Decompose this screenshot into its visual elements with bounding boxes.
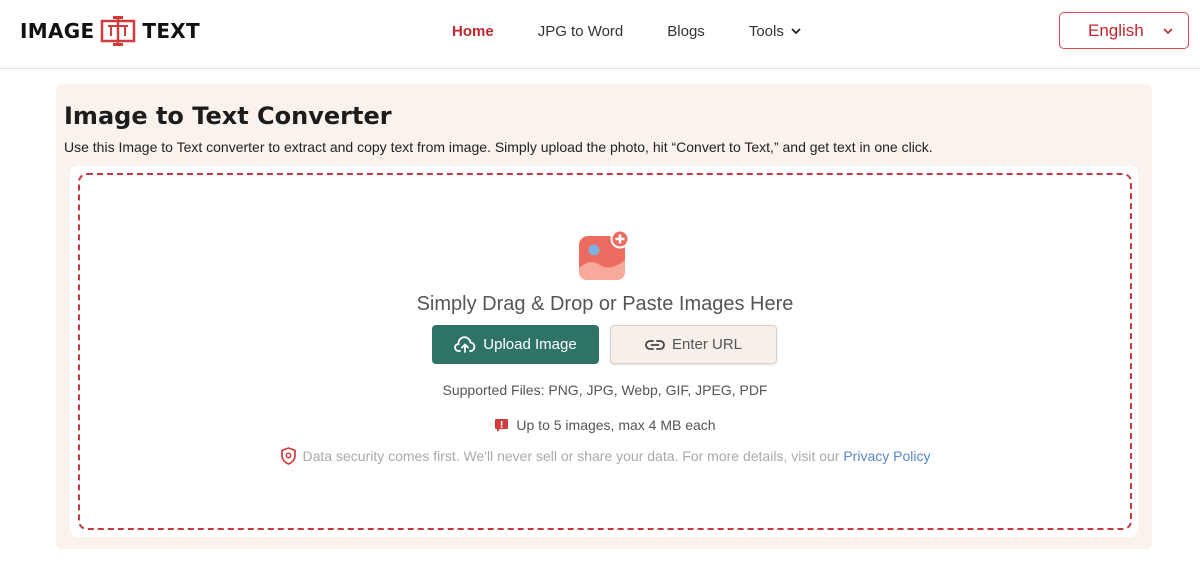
enter-url-label: Enter URL	[671, 336, 743, 353]
page-description: Use this Image to Text converter to extr…	[64, 139, 933, 155]
upload-image-button[interactable]: Upload Image	[432, 325, 599, 364]
site-logo[interactable]: IMAGE TEXT	[20, 14, 200, 48]
security-text: Data security comes first. We'll never s…	[303, 448, 931, 464]
nav-home-label: Home	[452, 22, 494, 40]
logo-text-image: IMAGE	[20, 19, 95, 43]
chevron-down-icon	[791, 28, 801, 35]
language-select[interactable]: English	[1059, 12, 1189, 49]
dropzone-prompt: Simply Drag & Drop or Paste Images Here	[416, 293, 794, 315]
converter-panel: Image to Text Converter Use this Image t…	[56, 84, 1152, 549]
enter-url-button[interactable]: Enter URL	[610, 325, 777, 364]
language-label: English	[1088, 20, 1144, 40]
dropzone-container: Simply Drag & Drop or Paste Images Here …	[70, 166, 1138, 537]
upload-image-label: Upload Image	[483, 336, 577, 353]
dropzone[interactable]: Simply Drag & Drop or Paste Images Here …	[78, 173, 1132, 530]
nav-blogs[interactable]: Blogs	[667, 23, 705, 40]
nav-jpg-to-word-label: JPG to Word	[537, 22, 624, 40]
logo-text-text: TEXT	[142, 19, 200, 43]
security-text-body: Data security comes first. We'll never s…	[302, 448, 840, 464]
shield-icon	[280, 447, 296, 465]
alert-icon	[495, 418, 509, 432]
nav-jpg-to-word[interactable]: JPG to Word	[538, 23, 624, 40]
page-title: Image to Text Converter	[64, 102, 392, 130]
upload-limit-text: Up to 5 images, max 4 MB each	[516, 417, 716, 433]
supported-files-text: Supported Files: PNG, JPG, Webp, GIF, JP…	[442, 382, 768, 398]
main-nav: Home JPG to Word Blogs Tools	[452, 0, 846, 62]
site-header: IMAGE TEXT Home JPG to Word Blogs Tools …	[0, 0, 1200, 69]
link-icon	[645, 339, 665, 350]
security-notice: Data security comes first. We'll never s…	[80, 447, 1130, 465]
upload-limit: Up to 5 images, max 4 MB each	[80, 417, 1130, 433]
privacy-policy-link[interactable]: Privacy Policy	[843, 448, 930, 464]
nav-blogs-label: Blogs	[667, 22, 705, 40]
chevron-down-icon	[1163, 27, 1173, 34]
add-image-icon	[579, 230, 630, 280]
nav-home[interactable]: Home	[452, 23, 494, 40]
text-cursor-logo-icon	[101, 16, 136, 46]
cloud-upload-icon	[454, 335, 476, 353]
nav-tools-label: Tools	[748, 22, 784, 40]
nav-tools[interactable]: Tools	[749, 23, 802, 40]
